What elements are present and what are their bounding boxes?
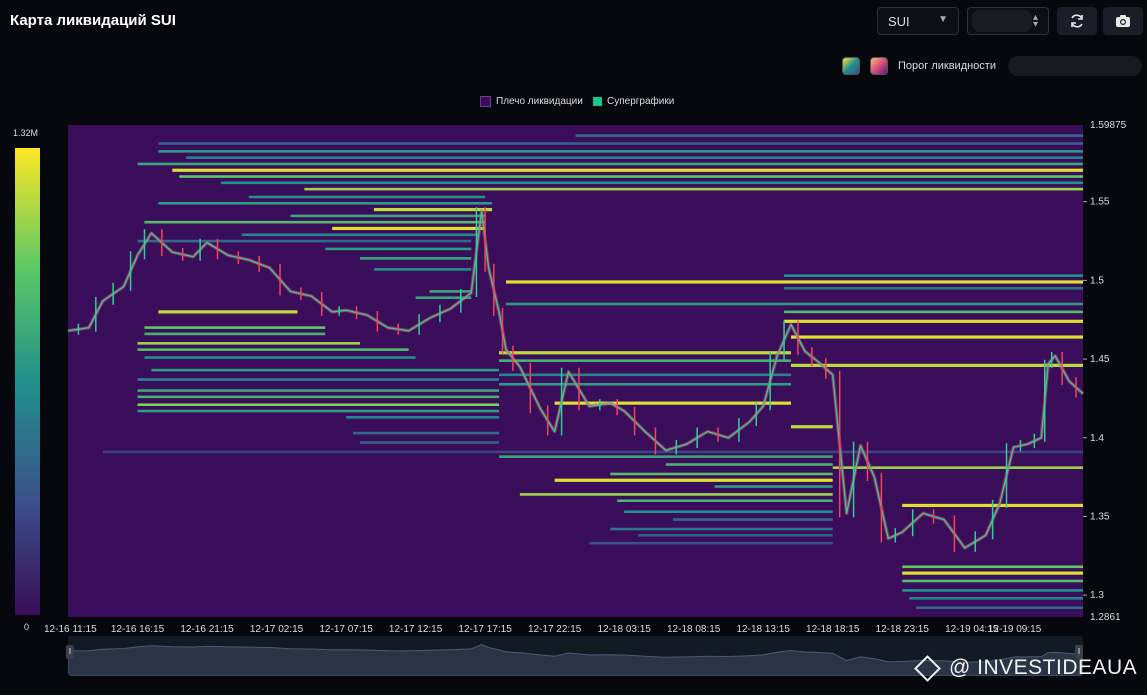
liquidation-band <box>373 207 493 212</box>
liquidation-band <box>429 290 472 293</box>
x-tick-label: 12-16 11:15 <box>44 624 97 635</box>
liquidation-band <box>714 485 833 488</box>
slider-handle-left[interactable]: ‖ <box>66 645 74 659</box>
liquidation-band <box>902 589 1083 592</box>
watermark: @ INVESTIDEAUA <box>914 654 1138 682</box>
liquidation-band <box>784 319 1083 323</box>
liquidation-band <box>554 478 833 482</box>
y-tick-label: 1.35 <box>1090 511 1110 522</box>
liquidation-band <box>325 247 472 251</box>
liquidation-band <box>179 175 1083 178</box>
liquidation-band <box>499 455 833 458</box>
liquidation-band <box>332 226 486 231</box>
y-max-label: 1.59875 <box>1090 120 1127 131</box>
liquidation-band <box>304 187 1083 191</box>
y-tick-label: 1.45 <box>1090 354 1110 365</box>
liquidation-band <box>137 348 409 351</box>
x-tick-label: 12-18 23:15 <box>876 624 930 635</box>
liquidation-band <box>499 382 792 386</box>
x-tick-label: 12-17 17:15 <box>458 624 512 635</box>
liquidation-band <box>624 510 833 514</box>
liquidation-band <box>575 134 1083 137</box>
x-tick-label: 12-18 13:15 <box>737 624 791 635</box>
liquidation-band <box>290 214 486 218</box>
y-tick-label: 1.55 <box>1090 197 1110 208</box>
liquidation-band <box>784 274 1083 277</box>
liquidation-band <box>672 518 833 521</box>
liquidation-band <box>791 335 1083 339</box>
liquidation-band <box>220 181 1084 185</box>
liquidation-band <box>353 431 500 435</box>
logo-icon <box>914 654 941 682</box>
x-tick-label: 12-16 21:15 <box>180 624 234 635</box>
y-tick-label: 1.5 <box>1090 275 1104 286</box>
liquidation-band <box>610 472 833 476</box>
liquidation-band <box>158 142 1083 145</box>
liquidation-band <box>373 268 472 271</box>
x-tick-label: 12-18 18:15 <box>806 624 860 635</box>
liquidation-band <box>186 156 1083 159</box>
y-tick-label: 1.4 <box>1090 433 1104 444</box>
liquidation-band <box>638 534 833 537</box>
liquidation-band <box>144 220 486 224</box>
liquidation-band <box>505 302 1083 306</box>
liquidation-band <box>902 565 1083 569</box>
liquidation-band <box>144 332 326 336</box>
liquidation-band <box>172 168 1083 172</box>
liquidation-band <box>499 351 792 355</box>
liquidation-band <box>505 280 1083 284</box>
x-tick-label: 12-18 03:15 <box>597 624 651 635</box>
y-min-label: 1.2861 <box>1090 612 1121 623</box>
liquidation-band <box>617 499 833 503</box>
liquidation-band <box>137 409 500 413</box>
liquidation-band <box>665 463 833 466</box>
x-tick-label: 12-19 09:15 <box>988 624 1042 635</box>
x-tick-label: 12-17 22:15 <box>528 624 582 635</box>
liquidation-band <box>784 286 1083 290</box>
x-tick-label: 12-17 07:15 <box>319 624 373 635</box>
liquidation-band <box>499 359 792 362</box>
liquidation-band <box>137 378 500 381</box>
liquidation-band <box>359 257 472 260</box>
liquidation-band <box>784 310 1083 314</box>
x-tick-label: 12-17 02:15 <box>250 624 304 635</box>
liquidation-band <box>137 403 500 407</box>
liquidation-band <box>137 389 500 392</box>
liquidation-band <box>909 596 1083 600</box>
liquidation-band <box>916 606 1083 610</box>
y-tick-label: 1.3 <box>1090 590 1104 601</box>
liquidation-band <box>158 150 1083 153</box>
liquidation-heatmap[interactable]: 1.3 1.35 1.4 1.45 1.5 1.55 1.59875 1.2861 12-16 … <box>0 0 1147 636</box>
liquidation-band <box>519 493 833 496</box>
liquidation-band <box>151 368 500 372</box>
liquidation-band <box>102 450 1084 454</box>
liquidation-band <box>248 195 486 199</box>
liquidation-band <box>158 310 298 314</box>
liquidation-band <box>137 342 360 345</box>
liquidation-band <box>359 441 500 444</box>
liquidation-band <box>610 527 833 531</box>
liquidation-band <box>791 363 1083 367</box>
liquidation-band <box>137 162 1083 166</box>
liquidation-band <box>791 425 833 429</box>
x-tick-label: 12-18 08:15 <box>667 624 721 635</box>
liquidation-band <box>137 239 472 243</box>
liquidation-band <box>902 571 1083 575</box>
liquidation-band <box>589 541 833 545</box>
x-tick-label: 12-16 16:15 <box>111 624 165 635</box>
liquidation-band <box>158 201 493 205</box>
liquidation-band <box>137 395 500 399</box>
liquidation-band <box>346 416 500 419</box>
liquidation-band <box>241 233 479 237</box>
liquidation-band <box>144 326 326 329</box>
liquidation-band <box>144 356 416 359</box>
watermark-text: @ INVESTIDEAUA <box>949 656 1138 679</box>
x-tick-label: 12-17 12:15 <box>389 624 443 635</box>
liquidation-band <box>499 373 792 377</box>
liquidation-band <box>902 579 1083 583</box>
